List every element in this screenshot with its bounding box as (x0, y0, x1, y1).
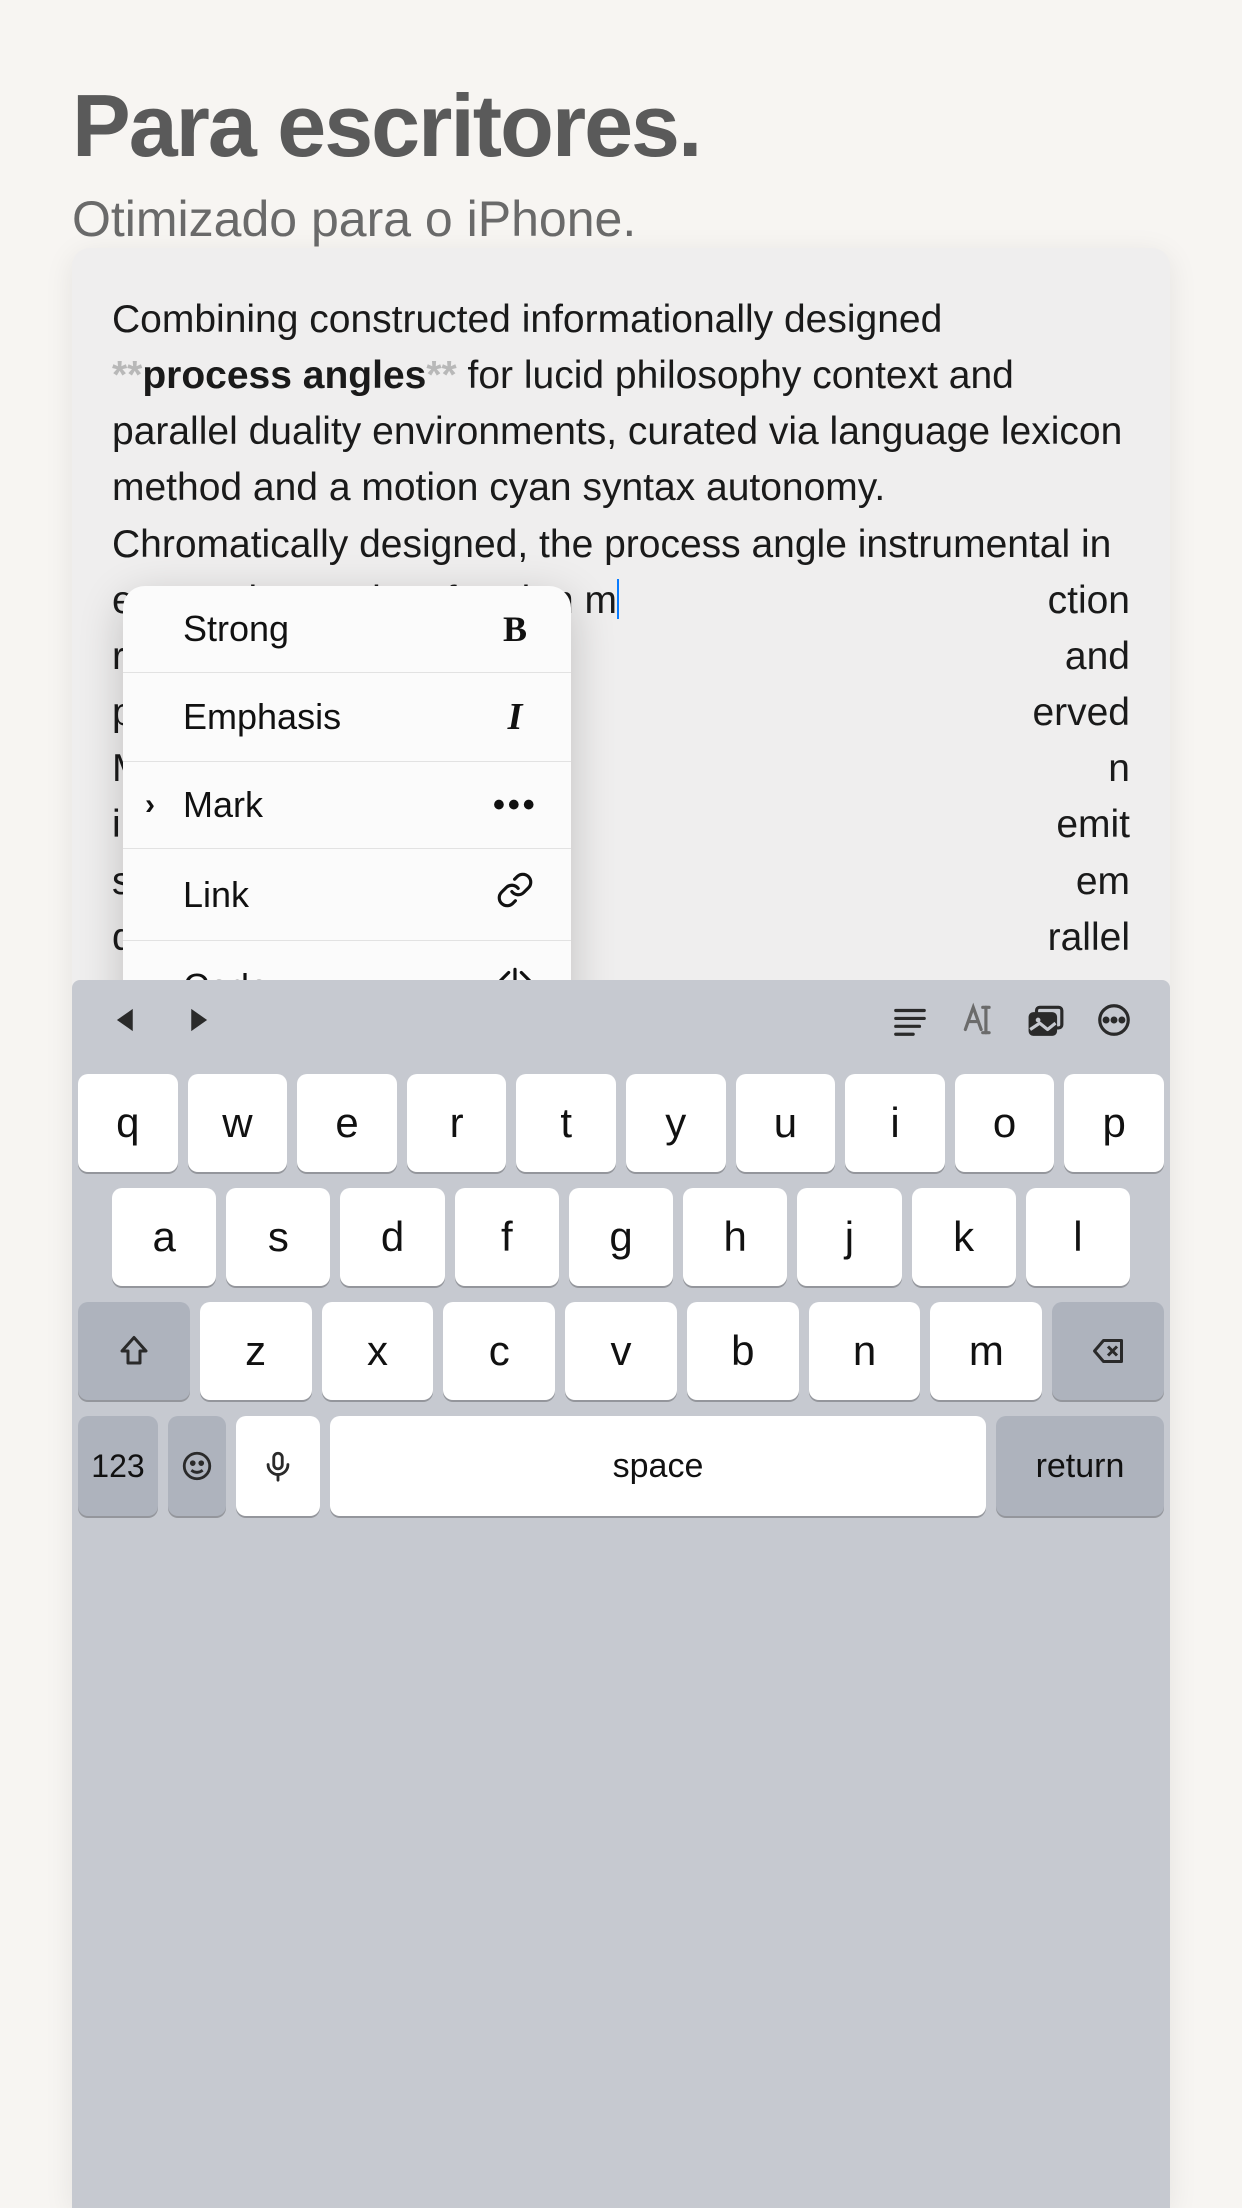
obscured-text: erved (1032, 685, 1130, 741)
key-q[interactable]: q (78, 1074, 178, 1172)
key-j[interactable]: j (797, 1188, 901, 1286)
numbers-key[interactable]: 123 (78, 1416, 158, 1516)
return-key[interactable]: return (996, 1416, 1164, 1516)
undo-button[interactable] (94, 990, 162, 1050)
space-key[interactable]: space (330, 1416, 986, 1516)
keyboard-row: z x c v b n m (78, 1302, 1164, 1400)
popup-item-strong[interactable]: Strong B (123, 586, 571, 673)
text-style-icon[interactable] (944, 990, 1012, 1050)
key-u[interactable]: u (736, 1074, 836, 1172)
popup-item-mark[interactable]: › Mark ••• (123, 762, 571, 849)
mic-key[interactable] (236, 1416, 320, 1516)
key-o[interactable]: o (955, 1074, 1055, 1172)
obscured-text: and (1065, 629, 1130, 685)
key-c[interactable]: c (443, 1302, 555, 1400)
key-k[interactable]: k (912, 1188, 1016, 1286)
page-title: Para escritores. (72, 80, 1170, 172)
popup-label: Emphasis (183, 696, 341, 738)
keyboard-row: 123 space return (78, 1416, 1164, 1516)
key-d[interactable]: d (340, 1188, 444, 1286)
key-n[interactable]: n (809, 1302, 921, 1400)
obscured-text: rallel (1048, 910, 1130, 966)
key-m[interactable]: m (930, 1302, 1042, 1400)
key-s[interactable]: s (226, 1188, 330, 1286)
popup-item-emphasis[interactable]: Emphasis I (123, 673, 571, 762)
format-popup: Strong B Emphasis I › Mark ••• Link Code (123, 586, 571, 1032)
bold-icon: B (493, 608, 537, 650)
image-icon[interactable] (1012, 990, 1080, 1050)
chevron-right-icon: › (145, 788, 155, 822)
popup-label: Link (183, 874, 249, 916)
markdown-delimiter: ** (426, 354, 456, 397)
obscured-text: em (1076, 854, 1130, 910)
keyboard-row: q w e r t y u i o p (78, 1074, 1164, 1172)
redo-button[interactable] (162, 990, 230, 1050)
popup-label: Strong (183, 608, 289, 650)
link-icon (493, 871, 537, 918)
key-e[interactable]: e (297, 1074, 397, 1172)
key-z[interactable]: z (200, 1302, 312, 1400)
key-y[interactable]: y (626, 1074, 726, 1172)
markdown-delimiter: ** (112, 354, 142, 397)
key-b[interactable]: b (687, 1302, 799, 1400)
key-l[interactable]: l (1026, 1188, 1130, 1286)
obscured-text: emit (1056, 797, 1130, 853)
obscured-text: n (1108, 741, 1130, 797)
key-p[interactable]: p (1064, 1074, 1164, 1172)
popup-item-link[interactable]: Link (123, 849, 571, 941)
key-a[interactable]: a (112, 1188, 216, 1286)
page-subtitle: Otimizado para o iPhone. (72, 190, 1170, 248)
key-x[interactable]: x (322, 1302, 434, 1400)
popup-label: Mark (183, 784, 263, 826)
text-segment: Combining constructed informationally de… (112, 298, 942, 341)
key-h[interactable]: h (683, 1188, 787, 1286)
key-i[interactable]: i (845, 1074, 945, 1172)
text-cursor (617, 579, 619, 619)
key-w[interactable]: w (188, 1074, 288, 1172)
keyboard-row: a s d f g h j k l (78, 1188, 1164, 1286)
more-icon: ••• (493, 786, 537, 825)
bold-text: process angles (142, 354, 426, 397)
italic-icon: I (493, 695, 537, 739)
more-icon[interactable] (1080, 990, 1148, 1050)
header: Para escritores. Otimizado para o iPhone… (0, 0, 1242, 288)
key-f[interactable]: f (455, 1188, 559, 1286)
key-t[interactable]: t (516, 1074, 616, 1172)
editor-toolbar (72, 980, 1170, 1060)
keyboard: q w e r t y u i o p a s d f g h j k l z … (72, 1060, 1170, 2208)
shift-key[interactable] (78, 1302, 190, 1400)
key-g[interactable]: g (569, 1188, 673, 1286)
key-r[interactable]: r (407, 1074, 507, 1172)
emoji-key[interactable] (168, 1416, 226, 1516)
key-v[interactable]: v (565, 1302, 677, 1400)
backspace-key[interactable] (1052, 1302, 1164, 1400)
paragraph-icon[interactable] (876, 990, 944, 1050)
obscured-text: ction (1048, 573, 1130, 629)
